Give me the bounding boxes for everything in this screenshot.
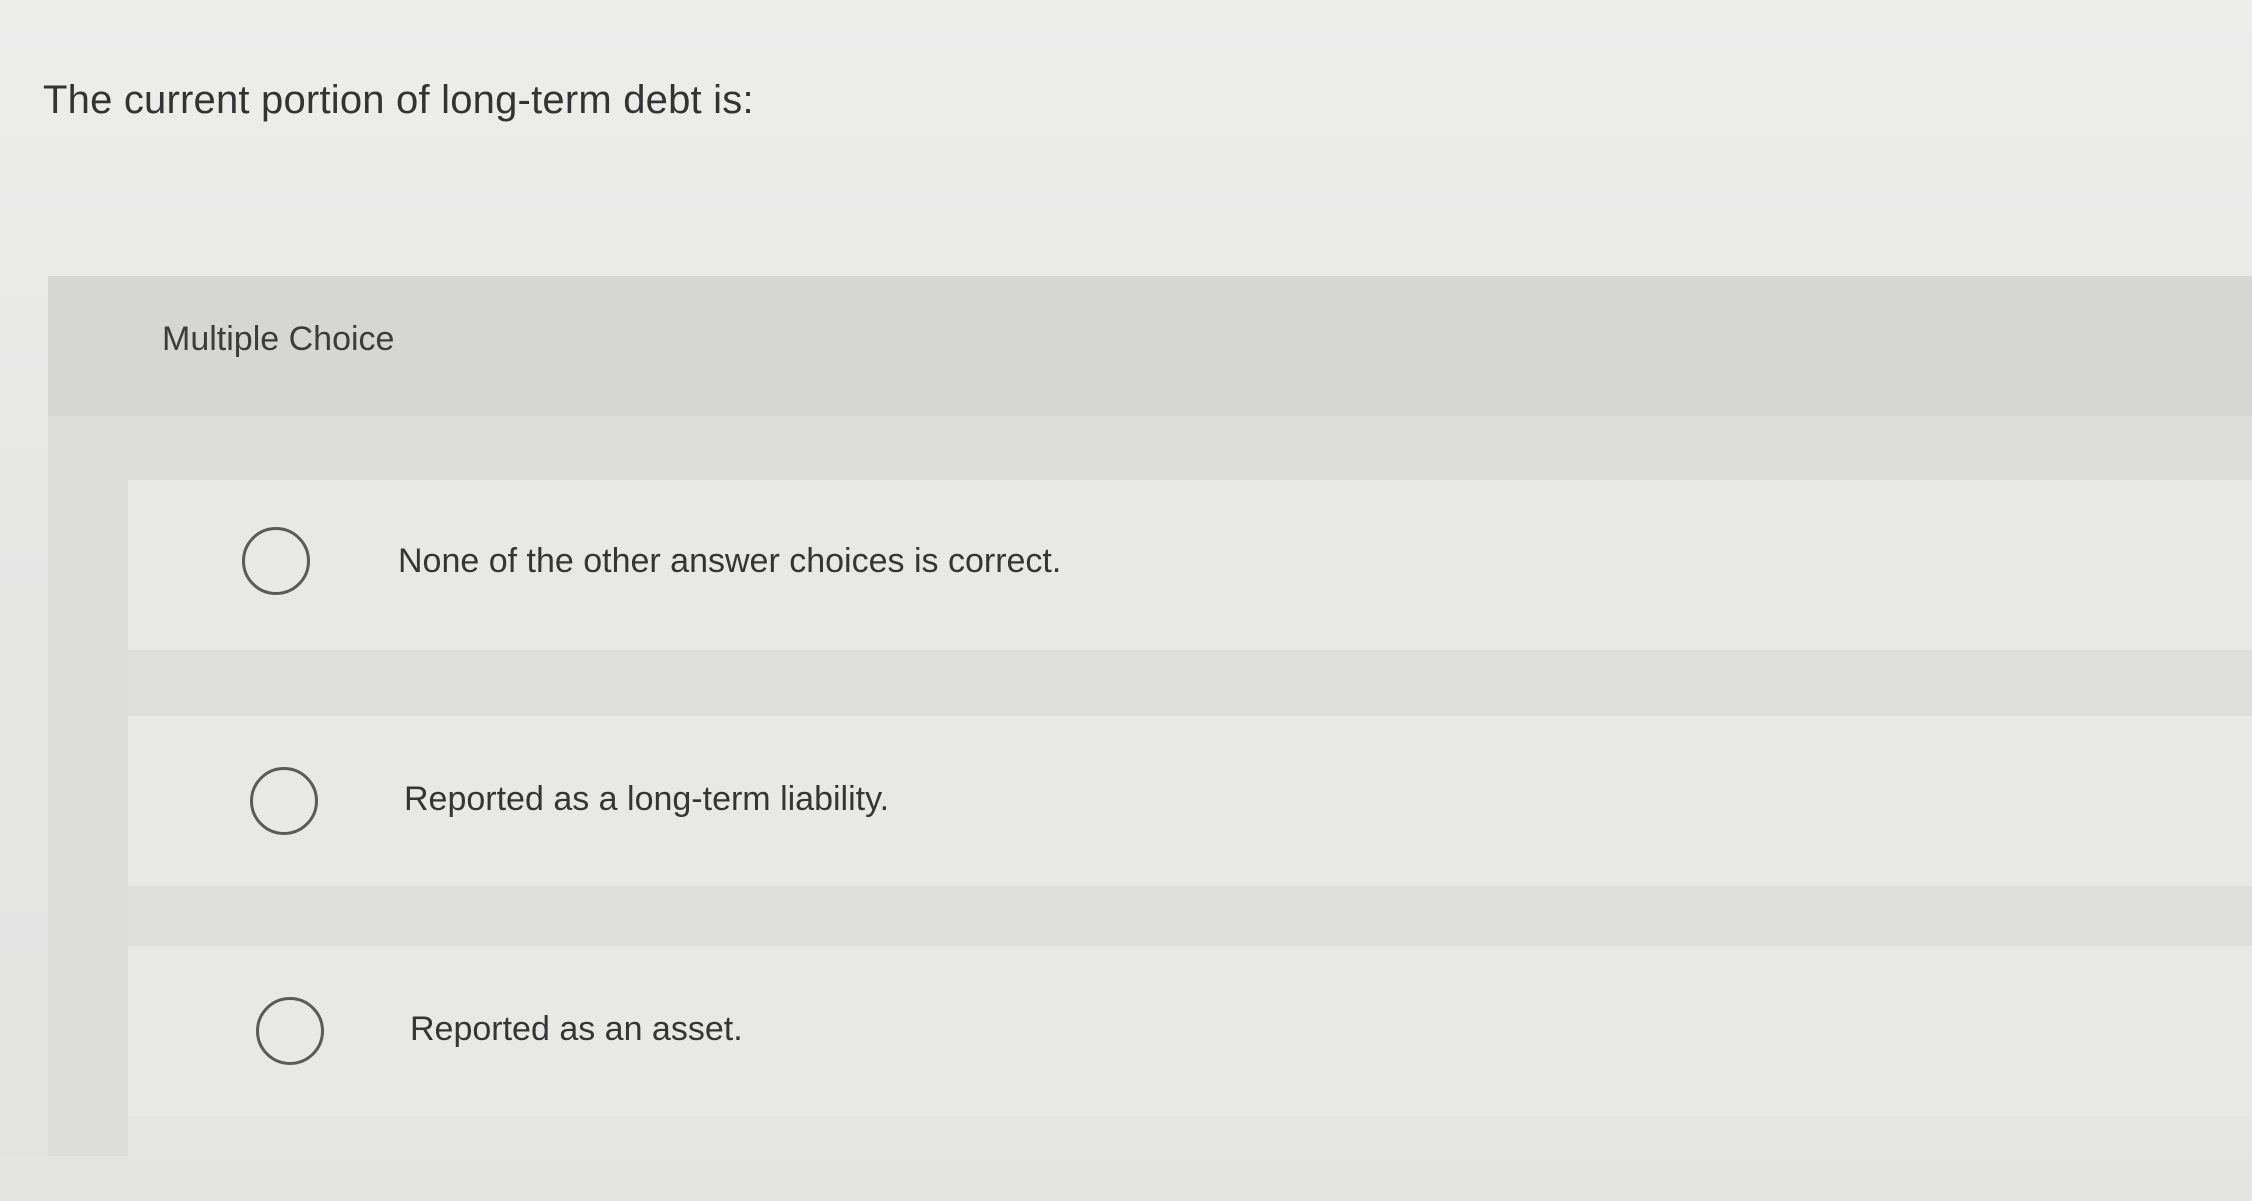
- radio-button[interactable]: [256, 997, 324, 1065]
- answer-option[interactable]: Reported as a long-term liability.: [128, 716, 2252, 886]
- option-divider: [128, 886, 2252, 952]
- answer-option-label: Reported as a long-term liability.: [404, 780, 890, 818]
- radio-button[interactable]: [242, 527, 310, 595]
- answer-option[interactable]: None of the other answer choices is corr…: [128, 480, 2252, 650]
- answer-option[interactable]: Reported as an asset.: [128, 946, 2252, 1116]
- page-footer-area: [0, 1156, 2252, 1201]
- answer-option-label: Reported as an asset.: [410, 1010, 743, 1048]
- question-prompt: The current portion of long-term debt is…: [43, 78, 754, 122]
- answer-options-list: None of the other answer choices is corr…: [128, 480, 2252, 1156]
- radio-button[interactable]: [250, 767, 318, 835]
- multiple-choice-header: Multiple Choice: [48, 276, 2252, 416]
- multiple-choice-panel: Multiple Choice None of the other answer…: [48, 276, 2252, 1156]
- multiple-choice-label: Multiple Choice: [162, 320, 395, 358]
- answer-option-label: None of the other answer choices is corr…: [398, 542, 1062, 580]
- option-divider: [128, 650, 2252, 716]
